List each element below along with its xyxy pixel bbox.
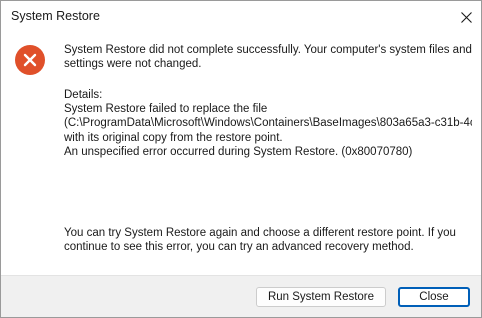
close-button[interactable]: Close <box>398 287 470 307</box>
title-bar: System Restore <box>1 1 481 33</box>
close-icon <box>460 11 472 23</box>
footer-message-line: continue to see this error, you can try … <box>64 241 414 254</box>
main-message-line: System Restore did not complete successf… <box>64 44 472 56</box>
error-icon <box>15 45 45 75</box>
window-title: System Restore <box>11 9 100 23</box>
footer-message: You can try System Restore again and cho… <box>64 226 474 255</box>
button-bar: Run System Restore Close <box>1 275 481 317</box>
main-message: System Restore did not complete successf… <box>64 43 474 72</box>
main-message-line: settings were not changed. <box>64 58 202 71</box>
run-system-restore-button[interactable]: Run System Restore <box>256 287 386 307</box>
details-line: (C:\ProgramData\Microsoft\Windows\Contai… <box>64 117 472 130</box>
details-line: System Restore failed to replace the fil… <box>64 103 268 115</box>
details-line: with its original copy from the restore … <box>64 131 283 144</box>
details-line: An unspecified error occurred during Sys… <box>64 145 413 158</box>
details-text: System Restore failed to replace the fil… <box>64 102 472 159</box>
footer-message-line: You can try System Restore again and cho… <box>64 227 456 239</box>
details-label: Details: <box>64 89 103 101</box>
close-window-button[interactable] <box>453 5 479 29</box>
system-restore-dialog: System Restore System Restore did not co… <box>0 0 482 318</box>
